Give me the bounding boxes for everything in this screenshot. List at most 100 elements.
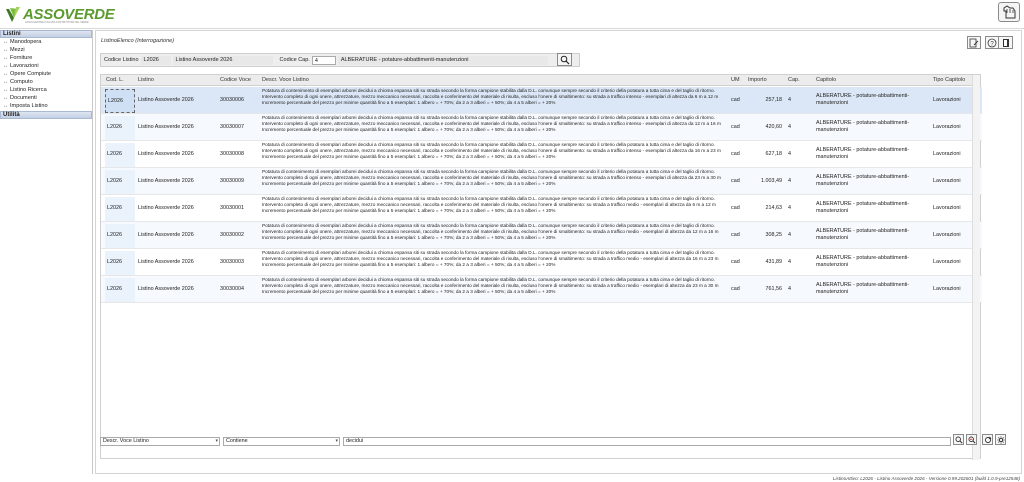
col-descr[interactable]: Descr. Voce Listino: [262, 77, 309, 83]
sidebar-item-label: Lavorazioni: [10, 63, 39, 69]
filter-search-button[interactable]: [557, 53, 572, 66]
cell-um: cad: [731, 151, 740, 157]
chevron-down-icon: ▾: [215, 437, 218, 444]
col-capitolo[interactable]: Capitolo: [816, 77, 836, 83]
col-codice-voce[interactable]: Codice Voce: [220, 77, 251, 83]
sidebar-item-computo[interactable]: ↔ Computo: [0, 78, 92, 86]
cell-listino: Listino Assoverde 2026: [138, 124, 194, 130]
cell-descr: Potatura di contenimento di esemplari ar…: [262, 115, 721, 133]
table-row[interactable]: L2026 Listino Assoverde 2026 30030001 Potat…: [101, 195, 982, 222]
cell-tipo: Lavorazioni: [933, 286, 961, 292]
cell-cod-l: L2026: [107, 178, 122, 184]
cell-capitolo: ALBERATURE - potature-abbattimenti-manut…: [816, 147, 910, 160]
col-tipo[interactable]: Tipo Capitolo: [933, 77, 965, 83]
sidebar-item-opere-compiute[interactable]: ↔ Opere Compiute: [0, 70, 92, 78]
search-field-value: Descr. Voce Listino: [103, 437, 149, 444]
table-row[interactable]: L2026 Listino Assoverde 2026 30030008 Potat…: [101, 141, 982, 168]
export-button[interactable]: [967, 36, 981, 49]
col-um[interactable]: UM: [731, 77, 740, 83]
settings-button[interactable]: [995, 434, 1006, 445]
sidebar-item-imposta-listino[interactable]: ↔ Imposta Listino: [0, 102, 92, 110]
col-listino[interactable]: Listino: [138, 77, 154, 83]
cell-code-container[interactable]: L2026: [105, 251, 135, 275]
cell-cap: 4: [788, 205, 791, 211]
table-scrollbar[interactable]: [972, 75, 980, 460]
sidebar-item-label: Imposta Listino: [10, 103, 48, 109]
exit-button[interactable]: [999, 36, 1013, 49]
codice-cap-input[interactable]: 4: [311, 55, 336, 65]
cell-tipo: Lavorazioni: [933, 151, 961, 157]
sidebar-section-listini[interactable]: Listini: [0, 30, 92, 38]
cell-code-container[interactable]: L2026: [105, 116, 135, 140]
cell-code-container[interactable]: L2026: [105, 224, 135, 248]
search-value-input[interactable]: decidui: [343, 436, 951, 446]
col-importo[interactable]: Importo: [748, 77, 767, 83]
sidebar-item-label: Opere Compiute: [10, 71, 52, 77]
cell-listino: Listino Assoverde 2026: [138, 286, 194, 292]
cell-cod-l: L2026: [107, 205, 122, 211]
table-row[interactable]: L2026 Listino Assoverde 2026 30030006 Potat…: [101, 87, 982, 114]
leaf-logo-icon: [4, 6, 22, 24]
arrow-icon: ↔: [3, 71, 8, 77]
help-icon: ?: [987, 38, 997, 47]
sidebar-item-listino-ricerca[interactable]: ↔ Listino Ricerca: [0, 86, 92, 94]
sidebar-item-label: Manodopera: [10, 39, 42, 45]
codice-listino-value: L2026: [140, 55, 171, 65]
search-field-select[interactable]: Descr. Voce Listino ▾: [100, 436, 220, 446]
cell-um: cad: [731, 286, 740, 292]
cell-listino: Listino Assoverde 2026: [138, 205, 194, 211]
cell-importo: 431,89: [765, 259, 783, 265]
hand-pointer-icon: [1003, 5, 1016, 19]
status-footer: ListinoAttivo: L2026 - Listino Assoverde…: [832, 476, 1020, 481]
cell-code-container[interactable]: L2026: [105, 278, 135, 302]
table-row[interactable]: L2026 Listino Assoverde 2026 30030002 Potat…: [101, 222, 982, 249]
app-header: ASSOVERDE ASSOCIAZIONE ITALIANA COSTRUTT…: [0, 0, 1024, 29]
cell-capitolo: ALBERATURE - potature-abbattimenti-manut…: [816, 255, 910, 268]
table-row[interactable]: L2026 Listino Assoverde 2026 30030003 Potat…: [101, 249, 982, 276]
refresh-button[interactable]: [982, 434, 993, 445]
brand-name: ASSOVERDE: [23, 6, 115, 23]
col-cod-l[interactable]: Cod. L.: [106, 77, 124, 83]
col-cap[interactable]: Cap.: [788, 77, 800, 83]
cell-code-container[interactable]: L2026: [105, 143, 135, 167]
cell-codice-voce: 30030008: [220, 151, 244, 157]
main-panel: ListinoElenco (Interrogazione) ? Codice …: [95, 30, 1022, 474]
filter-bar: Codice Listino L2026 Listino Assoverde 2…: [100, 53, 580, 67]
sidebar-item-forniture[interactable]: ↔ Forniture: [0, 54, 92, 62]
account-button[interactable]: [998, 2, 1020, 22]
sidebar-item-lavorazioni[interactable]: ↔ Lavorazioni: [0, 62, 92, 70]
cell-um: cad: [731, 178, 740, 184]
sidebar-item-manodopera[interactable]: ↔ Manodopera: [0, 38, 92, 46]
breadcrumb: ListinoElenco (Interrogazione): [101, 38, 175, 44]
cell-code-container[interactable]: L2026: [105, 170, 135, 194]
table-row[interactable]: L2026 Listino Assoverde 2026 30030004 Potat…: [101, 276, 982, 303]
table-row[interactable]: L2026 Listino Assoverde 2026 30030009 Potat…: [101, 168, 982, 195]
cell-listino: Listino Assoverde 2026: [138, 232, 194, 238]
cell-cap: 4: [788, 124, 791, 130]
search-icon: [955, 436, 963, 444]
arrow-icon: ↔: [3, 39, 8, 45]
cell-code-container[interactable]: L2026: [105, 89, 135, 113]
sidebar-item-label: Computo: [10, 79, 33, 85]
cell-importo: 308,25: [765, 232, 783, 238]
cell-um: cad: [731, 205, 740, 211]
table-row[interactable]: L2026 Listino Assoverde 2026 30030007 Potat…: [101, 114, 982, 141]
cell-importo: 420,60: [765, 124, 783, 130]
help-button[interactable]: ?: [985, 36, 999, 49]
cell-listino: Listino Assoverde 2026: [138, 97, 194, 103]
sidebar-item-documenti[interactable]: ↔ Documenti: [0, 94, 92, 102]
cell-cap: 4: [788, 151, 791, 157]
cell-capitolo: ALBERATURE - potature-abbattimenti-manut…: [816, 93, 910, 106]
arrow-icon: ↔: [3, 79, 8, 85]
cell-importo: 761,56: [765, 286, 783, 292]
search-operator-select[interactable]: Contiene ▾: [223, 436, 340, 446]
clear-search-button[interactable]: [966, 434, 977, 445]
search-button[interactable]: [953, 434, 964, 445]
cell-codice-voce: 30030007: [220, 124, 244, 130]
sidebar-item-mezzi[interactable]: ↔ Mezzi: [0, 46, 92, 54]
cell-cod-l: L2026: [107, 259, 122, 265]
cell-code-container[interactable]: L2026: [105, 197, 135, 221]
cell-cap: 4: [788, 178, 791, 184]
sidebar-item-label: Forniture: [10, 55, 33, 61]
sidebar-section-utilita[interactable]: Utilità: [0, 111, 92, 119]
